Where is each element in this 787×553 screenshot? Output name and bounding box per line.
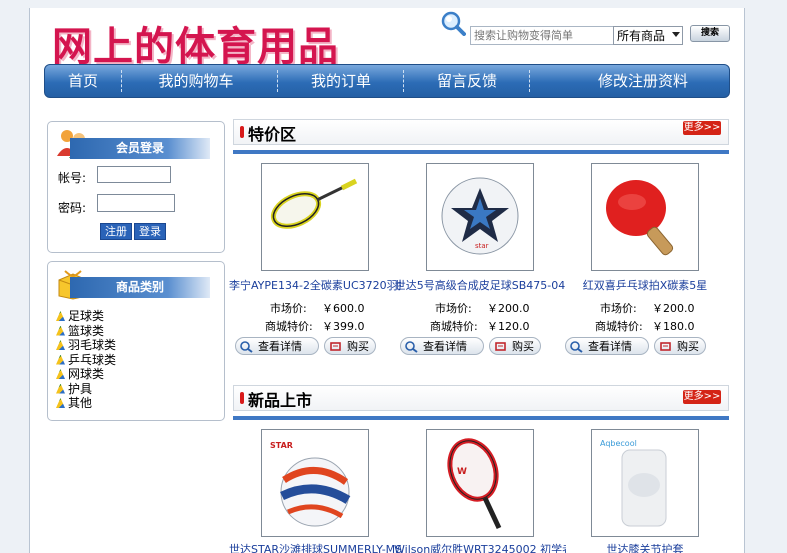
knee-brace-image: Aqbecool xyxy=(600,439,667,527)
category-box: 商品类别 足球类 篮球类 羽毛球类 乒乓球类 网球类 护具 其他 xyxy=(47,261,225,421)
nav-divider xyxy=(277,70,278,92)
account-field[interactable] xyxy=(97,166,171,183)
password-label: 密码: xyxy=(58,201,87,215)
mall-price-label: 商城特价: xyxy=(265,320,313,333)
chevron-down-icon xyxy=(672,32,680,37)
soccer-ball-image: star xyxy=(441,177,519,255)
specials-header: 特价区 xyxy=(233,119,729,145)
ping-pong-paddle-image xyxy=(606,180,674,256)
magnifier-icon xyxy=(441,11,466,36)
login-box: 会员登录 帐号: 密码: 注册 登录 xyxy=(47,121,225,253)
section-marker xyxy=(240,392,244,404)
market-price: ￥200.0 xyxy=(652,302,695,315)
product-image[interactable]: STAR xyxy=(261,429,369,537)
tennis-racket-image: W xyxy=(447,438,502,530)
category-item[interactable]: 足球类 xyxy=(56,309,116,324)
nav-divider xyxy=(529,70,530,92)
market-price: ￥200.0 xyxy=(487,302,530,315)
cart-icon xyxy=(330,342,341,351)
search-button[interactable]: 搜索 xyxy=(690,25,730,42)
category-title: 商品类别 xyxy=(70,277,210,298)
product-image[interactable] xyxy=(591,163,699,271)
category-select[interactable]: 所有商品 xyxy=(613,26,683,45)
svg-text:W: W xyxy=(457,467,467,477)
product-name[interactable]: 李宁AYPE134-2全碳素UC3720羽拍 xyxy=(229,277,401,293)
password-field[interactable] xyxy=(97,194,175,212)
page: 网上的体育用品 所有商品 搜索 首页 我的购物车 我的订单 留言反馈 修改注册资… xyxy=(29,8,745,553)
category-item[interactable]: 羽毛球类 xyxy=(56,338,116,353)
category-select-value: 所有商品 xyxy=(617,29,666,43)
category-icon xyxy=(56,369,65,379)
category-icon xyxy=(56,398,65,408)
svg-text:star: star xyxy=(475,242,489,250)
product-name[interactable]: 世达膝关节护套 xyxy=(559,541,731,553)
cart-icon xyxy=(660,342,671,351)
volleyball-image: STAR xyxy=(270,441,351,527)
nav-feedback[interactable]: 留言反馈 xyxy=(411,65,523,97)
account-label: 帐号: xyxy=(58,171,87,185)
buy-button[interactable]: 购买 xyxy=(489,337,541,355)
search-input[interactable] xyxy=(470,26,614,45)
buy-button[interactable]: 购买 xyxy=(654,337,706,355)
category-icon xyxy=(56,325,65,336)
login-title: 会员登录 xyxy=(70,138,210,159)
market-price-label: 市场价: xyxy=(435,302,472,315)
mall-price-label: 商城特价: xyxy=(430,320,478,333)
badminton-racket-image xyxy=(270,178,358,229)
section-divider xyxy=(233,416,729,420)
new-arrivals-title: 新品上市 xyxy=(248,391,313,410)
mall-price-label: 商城特价: xyxy=(595,320,643,333)
specials-title: 特价区 xyxy=(248,125,297,144)
search-icon xyxy=(240,341,253,353)
category-item[interactable]: 篮球类 xyxy=(56,324,116,339)
nav-orders[interactable]: 我的订单 xyxy=(285,65,397,97)
mall-price: ￥120.0 xyxy=(487,320,530,333)
market-price-label: 市场价: xyxy=(600,302,637,315)
register-button[interactable]: 注册 xyxy=(100,223,132,240)
category-item[interactable]: 其他 xyxy=(56,396,116,411)
product-image[interactable] xyxy=(261,163,369,271)
product-image[interactable]: star xyxy=(426,163,534,271)
section-divider xyxy=(233,150,729,154)
section-marker xyxy=(240,126,244,138)
product-name[interactable]: 世达STAR沙滩排球SUMMERLY-MS xyxy=(229,541,401,553)
nav-home[interactable]: 首页 xyxy=(45,65,121,97)
search-icon xyxy=(405,341,418,353)
svg-text:STAR: STAR xyxy=(270,441,293,450)
search-icon xyxy=(570,341,583,353)
nav-divider xyxy=(403,70,404,92)
nav-divider xyxy=(121,70,122,92)
product-name[interactable]: 世达5号高级合成皮足球SB475-04 xyxy=(394,277,566,293)
category-item[interactable]: 乒乓球类 xyxy=(56,353,116,368)
category-icon xyxy=(56,311,65,321)
nav-cart[interactable]: 我的购物车 xyxy=(129,65,263,97)
category-icon xyxy=(56,340,65,350)
main-nav: 首页 我的购物车 我的订单 留言反馈 修改注册资料 xyxy=(44,64,730,98)
view-details-button[interactable]: 查看详情 xyxy=(400,337,484,355)
product-name[interactable]: Wilson威尔胜WRT3245002 初学者 xyxy=(394,541,566,553)
new-arrivals-more-button[interactable]: 更多>> xyxy=(683,390,721,404)
market-price-label: 市场价: xyxy=(270,302,307,315)
view-details-button[interactable]: 查看详情 xyxy=(235,337,319,355)
product-image[interactable]: W xyxy=(426,429,534,537)
specials-more-button[interactable]: 更多>> xyxy=(683,121,721,135)
category-icon xyxy=(56,354,65,365)
login-button[interactable]: 登录 xyxy=(134,223,166,240)
category-item[interactable]: 网球类 xyxy=(56,367,116,382)
product-name[interactable]: 红双喜乒乓球拍X碳素5星 xyxy=(559,277,731,293)
mall-price: ￥399.0 xyxy=(322,320,365,333)
market-price: ￥600.0 xyxy=(322,302,365,315)
new-arrivals-header: 新品上市 xyxy=(233,385,729,411)
view-details-button[interactable]: 查看详情 xyxy=(565,337,649,355)
product-image[interactable]: Aqbecool xyxy=(591,429,699,537)
svg-text:Aqbecool: Aqbecool xyxy=(600,439,637,448)
category-item[interactable]: 护具 xyxy=(56,382,116,397)
category-list: 足球类 篮球类 羽毛球类 乒乓球类 网球类 护具 其他 xyxy=(56,309,116,411)
mall-price: ￥180.0 xyxy=(652,320,695,333)
category-icon xyxy=(56,383,65,394)
cart-icon xyxy=(495,342,506,351)
nav-edit-profile[interactable]: 修改注册资料 xyxy=(545,65,741,97)
buy-button[interactable]: 购买 xyxy=(324,337,376,355)
